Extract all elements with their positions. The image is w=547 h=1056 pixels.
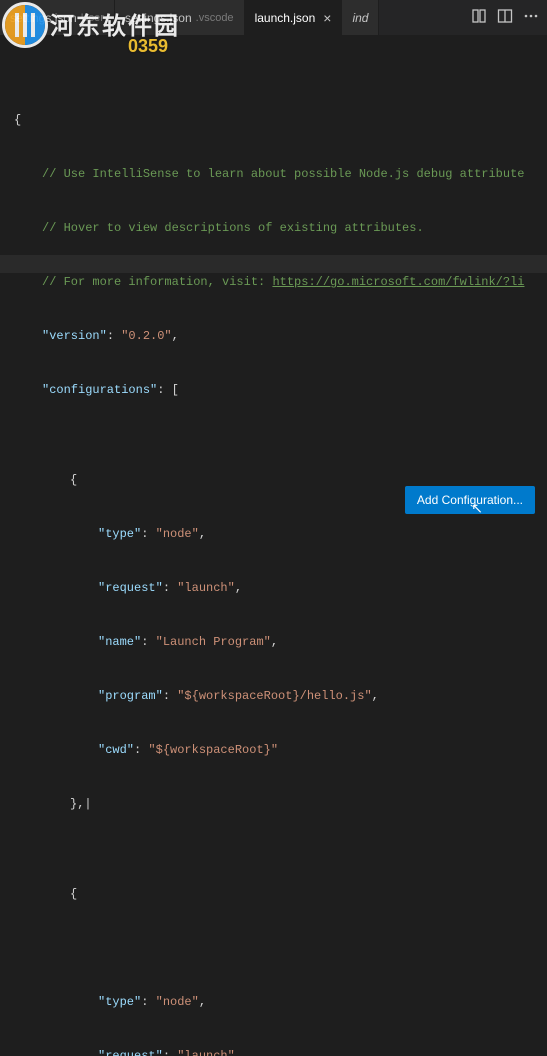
- json-key: "version": [42, 329, 107, 343]
- docs-link[interactable]: https://go.microsoft.com/fwlink/?li: [272, 275, 524, 289]
- json-value: "0.2.0": [121, 329, 171, 343]
- json-value: "launch": [177, 581, 235, 595]
- close-icon[interactable]: ×: [323, 10, 331, 26]
- code-editor[interactable]: { // Use IntelliSense to learn about pos…: [0, 35, 547, 1056]
- json-key: "request": [98, 581, 163, 595]
- tab-filename: settings.json: [10, 11, 77, 25]
- comment-line: // Hover to view descriptions of existin…: [42, 221, 424, 235]
- json-key: "cwd": [98, 743, 134, 757]
- json-key: "program": [98, 689, 163, 703]
- tab-filename: launch.json: [255, 11, 316, 25]
- json-value: "${workspaceRoot}/hello.js": [177, 689, 371, 703]
- json-value: "node": [156, 527, 199, 541]
- comment-line: // Use IntelliSense to learn about possi…: [42, 167, 524, 181]
- json-key: "configurations": [42, 383, 157, 397]
- tab-overflow[interactable]: ind: [342, 0, 379, 35]
- editor-tab-bar: settings.json User settings.json .vscode…: [0, 0, 547, 35]
- tab-settings-user[interactable]: settings.json User: [0, 0, 115, 35]
- tab-settings-vscode[interactable]: settings.json .vscode: [115, 0, 245, 35]
- split-editor-icon[interactable]: [497, 8, 513, 28]
- json-value: "${workspaceRoot}": [148, 743, 278, 757]
- tab-filename: settings.json: [125, 11, 192, 25]
- json-key: "type": [98, 527, 141, 541]
- tab-dir: User: [81, 12, 104, 24]
- tab-filename: ind: [352, 11, 368, 25]
- current-line-highlight: [0, 255, 547, 273]
- text-cursor: |: [84, 797, 91, 811]
- json-key: "type": [98, 995, 141, 1009]
- json-value: "launch": [177, 1049, 235, 1056]
- tab-launch-json[interactable]: launch.json ×: [245, 0, 343, 35]
- comment-line: // For more information, visit:: [42, 275, 272, 289]
- json-value: "node": [156, 995, 199, 1009]
- add-configuration-button[interactable]: Add Configuration...: [405, 486, 535, 514]
- json-value: "Launch Program": [156, 635, 271, 649]
- json-key: "request": [98, 1049, 163, 1056]
- json-key: "name": [98, 635, 141, 649]
- more-icon[interactable]: [523, 8, 539, 28]
- mouse-cursor-icon: ↖: [471, 501, 483, 518]
- compare-icon[interactable]: [471, 8, 487, 28]
- tab-actions: [471, 0, 547, 35]
- tab-dir: .vscode: [196, 12, 234, 24]
